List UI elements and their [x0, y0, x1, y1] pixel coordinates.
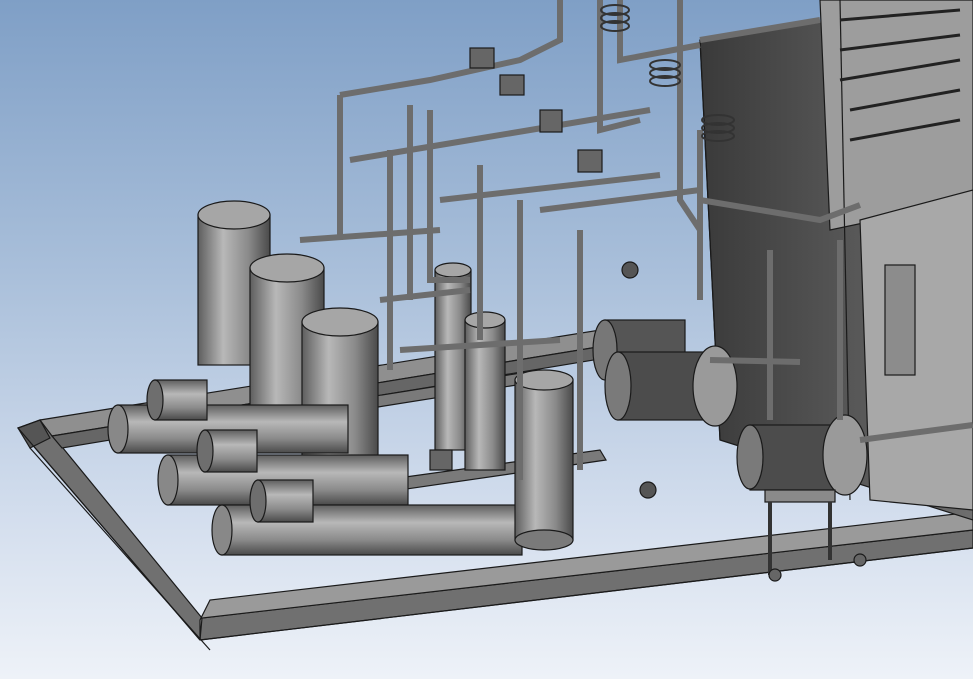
compressor-motor[interactable] [249, 479, 314, 523]
compressor-motor[interactable] [146, 379, 208, 421]
vertical-separator[interactable] [464, 311, 506, 471]
vertical-separator[interactable] [514, 369, 574, 551]
model-scene[interactable] [0, 0, 973, 679]
compressor-motor[interactable] [196, 429, 258, 473]
cad-viewport[interactable] [0, 0, 973, 679]
